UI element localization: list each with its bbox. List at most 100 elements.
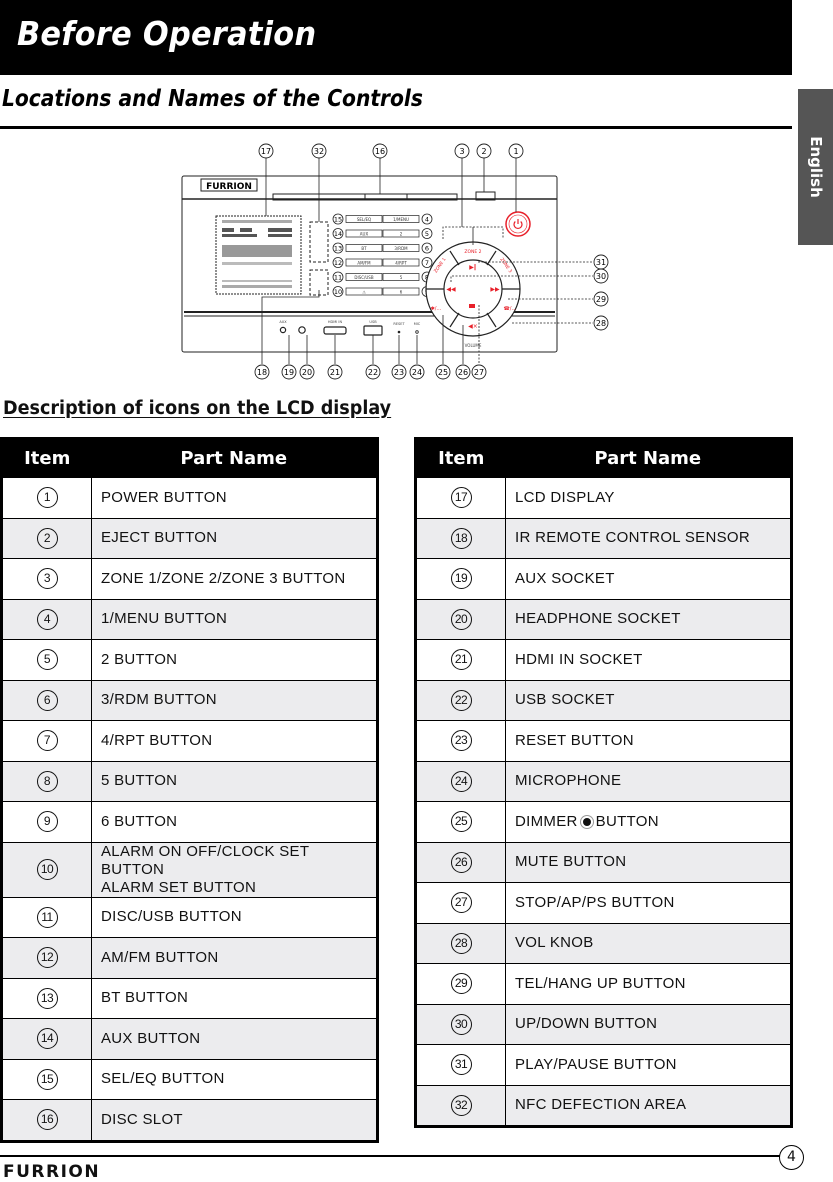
part-name-cell: ZONE 1/ZONE 2/ZONE 3 BUTTON: [91, 558, 378, 600]
item-number-cell: 6: [1, 679, 92, 721]
part-name-cell: USB SOCKET: [505, 679, 792, 721]
column-header-part-name: Part Name: [505, 438, 792, 478]
nfc-area: [309, 221, 329, 263]
table-row: 32 NFC DEFECTION AREA: [415, 1084, 792, 1127]
item-number-badge: 2: [36, 527, 58, 549]
callout-label: 23: [394, 368, 404, 377]
item-number-cell: 13: [1, 977, 92, 1019]
callout-label: 2: [481, 147, 486, 156]
part-name-cell: DISC SLOT: [91, 1099, 378, 1142]
parts-table-right: Item Part Name 17 LCD DISPLAY 18 IR REMOTE …: [414, 437, 793, 1128]
section-title: Locations and Names of the Controls: [2, 86, 423, 112]
part-name: HEADPHONE SOCKET: [515, 610, 681, 628]
panel-button-label: 2: [400, 231, 403, 236]
usb-socket: [363, 325, 383, 336]
part-name: EJECT BUTTON: [101, 529, 218, 547]
table-row: 26 MUTE BUTTON: [415, 841, 792, 883]
table-row: 11 DISC/USB BUTTON: [1, 896, 378, 938]
item-number-cell: 2: [1, 517, 92, 559]
part-name: LCD DISPLAY: [515, 488, 615, 506]
item-number-cell: 9: [1, 801, 92, 843]
part-name: POWER BUTTON: [101, 488, 227, 506]
callout-label: 12: [334, 259, 342, 267]
item-number-cell: 16: [1, 1099, 92, 1142]
table-row: 21 HDMI IN SOCKET: [415, 639, 792, 681]
page-title: Before Operation: [17, 14, 317, 53]
callout-label: 16: [375, 147, 385, 156]
language-tab-label: English: [806, 136, 825, 198]
headphone-socket: [298, 326, 306, 334]
callout-label: 10: [334, 288, 342, 296]
table-row: 30 UP/DOWN BUTTON: [415, 1003, 792, 1045]
panel-button-label: ⚠: [362, 289, 366, 294]
svg-text:AUX: AUX: [279, 320, 287, 324]
table-row: 25 DIMMER BUTTON: [415, 801, 792, 843]
svg-text:ZONE 2: ZONE 2: [464, 249, 481, 255]
part-name-cell: POWER BUTTON: [91, 477, 378, 519]
panel-button-label: BT: [361, 246, 367, 251]
part-name-cell: ALARM ON OFF/CLOCK SET BUTTON ALARM SET B…: [91, 841, 378, 898]
page-number: 4: [779, 1145, 804, 1170]
part-name: AUX SOCKET: [515, 569, 615, 587]
control-dial: ZONE 2 ZONE 1 ZONE 3 ▶‖ ◀◀ ▶▶ ◀× ✱/… ☎/……: [425, 241, 521, 348]
item-number-badge: 31: [450, 1054, 472, 1076]
part-name: 6 BUTTON: [101, 812, 178, 830]
part-name-cell: AM/FM BUTTON: [91, 937, 378, 979]
item-number-cell: 31: [415, 1044, 506, 1086]
callout-label: 18: [257, 368, 267, 377]
item-number-badge: 19: [450, 568, 472, 590]
item-number-cell: 23: [415, 720, 506, 762]
item-number-badge: 4: [36, 608, 58, 630]
item-number-badge: 29: [450, 973, 472, 995]
table-row: 6 3/RDM BUTTON: [1, 679, 378, 721]
part-name: RESET BUTTON: [515, 731, 634, 749]
item-number-badge: 23: [450, 730, 472, 752]
item-number-cell: 15: [1, 1058, 92, 1100]
panel-button-label: AUX: [360, 231, 369, 236]
column-header-item: Item: [1, 438, 92, 478]
part-name-cell: 4/RPT BUTTON: [91, 720, 378, 762]
callout-label: 15: [334, 216, 342, 224]
part-name-cell: STOP/AP/PS BUTTON: [505, 882, 792, 924]
part-name-cell: DISC/USB BUTTON: [91, 896, 378, 938]
callout-label: 32: [314, 147, 324, 156]
svg-text:▶‖: ▶‖: [469, 264, 477, 271]
callout-label: 6: [425, 245, 429, 253]
aux-socket: [279, 326, 287, 334]
part-name-cell: TEL/HANG UP BUTTON: [505, 963, 792, 1005]
panel-button-label: 4/RPT: [395, 260, 407, 265]
callout-label: 13: [334, 245, 342, 253]
device-diagram: FURRION 15 SEL/EQ 1/MENU 414 AUX 2 513 BT 3/RDM 6…: [181, 143, 609, 380]
callout-label: 22: [368, 368, 378, 377]
part-name-line2: ALARM SET BUTTON: [101, 878, 257, 896]
part-name-cell: MUTE BUTTON: [505, 841, 792, 883]
part-name-cell: HEADPHONE SOCKET: [505, 598, 792, 640]
item-number-badge: 12: [36, 947, 58, 969]
part-name: HDMI IN SOCKET: [515, 650, 643, 668]
svg-text:HDMI IN: HDMI IN: [328, 320, 343, 324]
part-name: IR REMOTE CONTROL SENSOR: [515, 529, 750, 547]
part-name: BT BUTTON: [101, 989, 189, 1007]
part-name-cell: DIMMER BUTTON: [505, 801, 792, 843]
item-number-cell: 18: [415, 517, 506, 559]
item-number-badge: 22: [450, 689, 472, 711]
footer-brand-logo: FURRION: [3, 1162, 101, 1182]
item-number-badge: 6: [36, 689, 58, 711]
table-row: 15 SEL/EQ BUTTON: [1, 1058, 378, 1100]
table-row: 18 IR REMOTE CONTROL SENSOR: [415, 517, 792, 559]
column-header-part-name: Part Name: [91, 438, 378, 478]
part-name-cell: AUX SOCKET: [505, 558, 792, 600]
part-name: USB SOCKET: [515, 691, 615, 709]
table-row: 23 RESET BUTTON: [415, 720, 792, 762]
item-number-badge: 3: [36, 568, 58, 590]
table-row: 8 5 BUTTON: [1, 760, 378, 802]
item-number-badge: 27: [450, 892, 472, 914]
item-number-badge: 5: [36, 649, 58, 671]
language-tab[interactable]: English: [798, 89, 833, 245]
panel-button-label: DISC/USB: [354, 275, 373, 280]
item-number-badge: 25: [450, 811, 472, 833]
item-number-badge: 8: [36, 770, 58, 792]
table-row: 28 VOL KNOB: [415, 922, 792, 964]
header-bar: Before Operation: [0, 0, 792, 75]
table-row: 24 MICROPHONE: [415, 760, 792, 802]
